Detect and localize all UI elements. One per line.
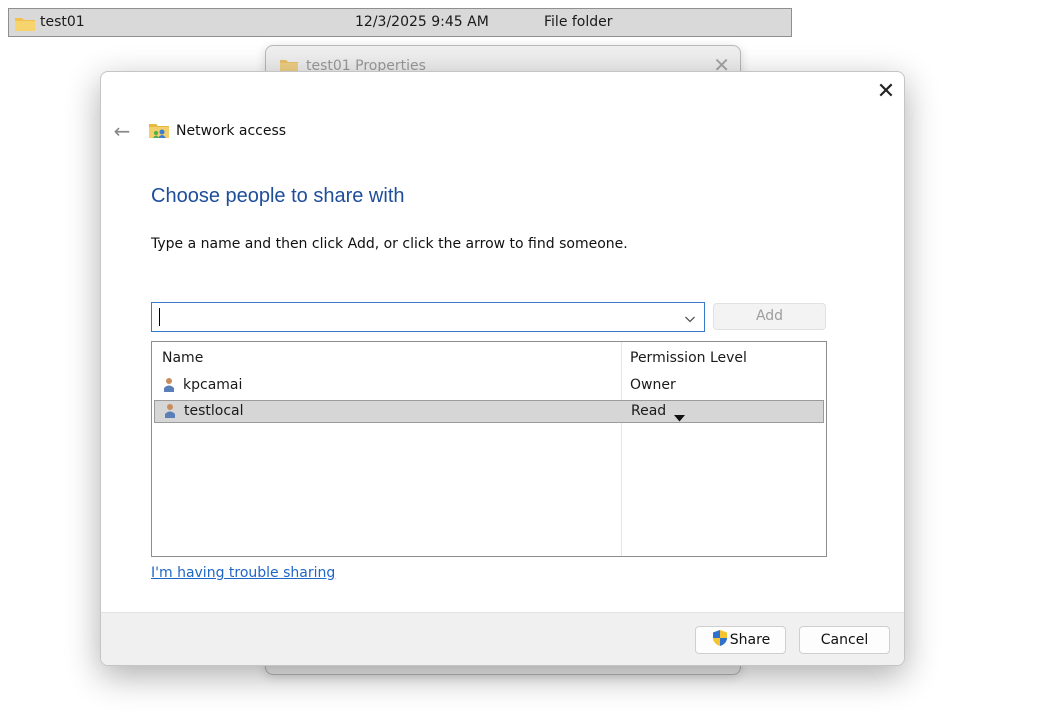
chevron-down-icon[interactable] xyxy=(684,310,696,329)
trouble-sharing-link[interactable]: I'm having trouble sharing xyxy=(151,565,335,581)
network-access-icon xyxy=(148,121,170,143)
folder-icon xyxy=(14,15,36,42)
name-combobox[interactable] xyxy=(151,302,705,332)
column-header-permission[interactable]: Permission Level xyxy=(630,350,747,366)
uac-shield-icon xyxy=(711,629,729,656)
person-name: kpcamai xyxy=(183,377,243,393)
people-list: Name Permission Level kpcamai Owner test… xyxy=(151,341,827,557)
dialog-footer: Share Cancel xyxy=(101,612,904,665)
network-access-dialog: ✕ ← Network access Choose people to shar… xyxy=(100,71,905,666)
close-icon[interactable]: ✕ xyxy=(873,79,899,105)
add-button[interactable]: Add xyxy=(713,303,826,330)
permission-level[interactable]: Read xyxy=(631,401,666,422)
text-caret xyxy=(159,308,160,326)
file-name: test01 xyxy=(40,14,85,30)
page-heading: Choose people to share with xyxy=(151,185,405,207)
cancel-button[interactable]: Cancel xyxy=(799,626,890,654)
column-header-name[interactable]: Name xyxy=(162,350,203,366)
file-type: File folder xyxy=(544,14,613,30)
share-button[interactable]: Share xyxy=(695,626,786,654)
share-button-label: Share xyxy=(729,632,771,648)
list-item[interactable]: kpcamai Owner xyxy=(154,374,824,397)
permission-level: Owner xyxy=(630,377,676,393)
file-list-row[interactable]: test01 12/3/2025 9:45 AM File folder xyxy=(8,8,792,37)
instruction-text: Type a name and then click Add, or click… xyxy=(151,236,628,252)
user-icon xyxy=(163,403,177,426)
list-header: Name Permission Level xyxy=(152,342,826,372)
back-arrow-icon[interactable]: ← xyxy=(109,118,135,144)
file-date-modified: 12/3/2025 9:45 AM xyxy=(355,14,489,30)
name-input[interactable] xyxy=(152,303,672,331)
dialog-title: Network access xyxy=(176,123,287,139)
dropdown-arrow-icon[interactable] xyxy=(674,408,685,429)
person-name: testlocal xyxy=(184,403,244,419)
list-item[interactable]: testlocal Read xyxy=(154,400,824,423)
user-icon xyxy=(162,377,176,401)
